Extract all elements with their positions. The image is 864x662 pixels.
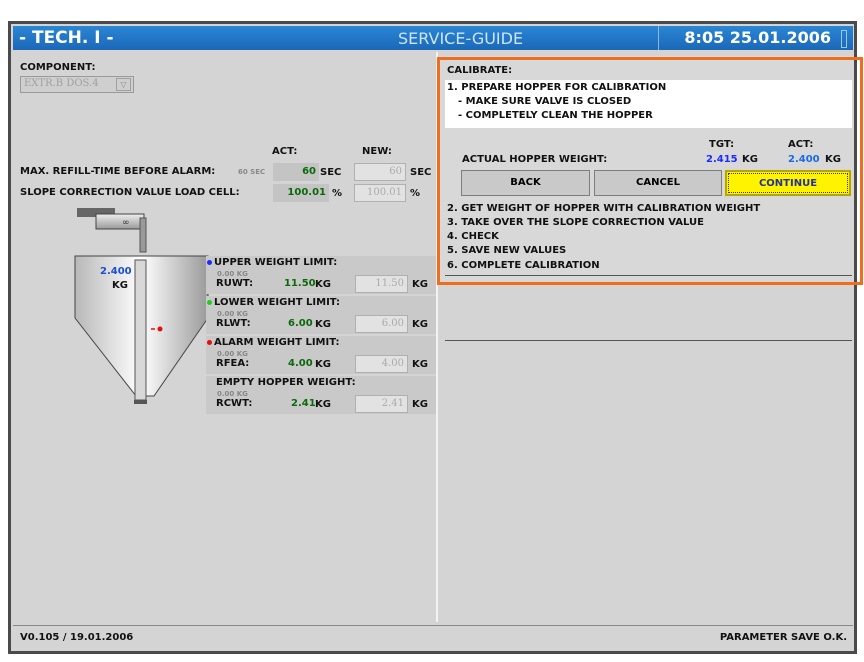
upper-limit-act-unit: KG: [315, 279, 331, 290]
alarm-marker-icon: [157, 326, 163, 332]
hopper-diagram: ∞: [74, 208, 209, 404]
lower-limit-code: RLWT:: [216, 318, 251, 329]
clock: 8:05 25.01.2006: [684, 28, 831, 47]
feeder-unit: [95, 213, 145, 230]
alarm-limit-title: ALARM WEIGHT LIMIT:: [214, 337, 340, 348]
refill-time-new-unit: SEC: [410, 167, 432, 178]
refill-time-act: 60: [273, 163, 319, 181]
component-value: EXTR.B DOS.4: [24, 78, 99, 89]
refill-time-label: MAX. REFILL-TIME BEFORE ALARM:: [20, 166, 216, 177]
calibrate-highlight: [437, 57, 863, 285]
alarm-limit-dot-icon: [207, 340, 212, 345]
svg-text:∞: ∞: [122, 218, 130, 228]
slope-correction-act: 100.01: [273, 184, 329, 202]
status-message: PARAMETER SAVE O.K.: [719, 632, 847, 643]
empty-hopper-act: 2.41: [291, 398, 316, 409]
alarm-limit-hint: 0.00 KG: [217, 350, 248, 358]
refill-time-new-input[interactable]: 60: [354, 163, 406, 181]
empty-hopper-act-unit: KG: [315, 399, 331, 410]
title-bar-handle: [841, 30, 847, 48]
lower-limit-dot-icon: [207, 300, 212, 305]
lower-limit-hint: 0.00 KG: [217, 310, 248, 318]
empty-hopper-hint: 0.00 KG: [217, 390, 248, 398]
upper-limit-title: UPPER WEIGHT LIMIT:: [214, 257, 338, 268]
upper-limit-dot-icon: [207, 260, 212, 265]
title-divider: [658, 26, 659, 50]
act-column-header: ACT:: [272, 146, 298, 157]
component-select[interactable]: EXTR.B DOS.4 ▽: [20, 76, 134, 93]
alarm-limit-act-unit: KG: [315, 359, 331, 370]
upper-limit-act: 11.50: [284, 278, 316, 289]
upper-limit-new-input[interactable]: 11.50: [355, 275, 408, 293]
alarm-limit-act: 4.00: [288, 358, 313, 369]
lower-limit-act-unit: KG: [315, 319, 331, 330]
upper-limit-code: RUWT:: [216, 278, 254, 289]
lower-limit-title: LOWER WEIGHT LIMIT:: [214, 297, 341, 308]
slope-correction-label: SLOPE CORRECTION VALUE LOAD CELL:: [20, 187, 240, 198]
hopper-stem: [134, 259, 147, 401]
lower-limit-act: 6.00: [288, 318, 313, 329]
lower-limit-new-unit: KG: [412, 319, 428, 330]
slope-correction-new-unit: %: [410, 188, 421, 199]
feed-pipe: [139, 217, 147, 253]
hopper-weight-unit: KG: [112, 280, 128, 291]
slope-correction-new-input[interactable]: 100.01: [354, 184, 406, 202]
new-column-header: NEW:: [362, 146, 392, 157]
status-divider: [13, 625, 853, 626]
lower-limit-new-input[interactable]: 6.00: [355, 315, 408, 333]
alarm-limit-code: RFEA:: [216, 358, 250, 369]
hopper-weight: 2.400: [100, 266, 132, 277]
chevron-down-icon[interactable]: ▽: [116, 78, 131, 91]
upper-limit-hint: 0.00 KG: [217, 270, 248, 278]
alarm-limit-new-input[interactable]: 4.00: [355, 355, 408, 373]
hopper-outlet: [134, 400, 147, 404]
upper-limit-new-unit: KG: [412, 279, 428, 290]
component-label: COMPONENT:: [20, 62, 96, 73]
empty-hopper-new-input[interactable]: 2.41: [355, 395, 408, 413]
refill-time-act-unit: SEC: [320, 167, 342, 178]
title-bar: - TECH. I - SERVICE-GUIDE 8:05 25.01.200…: [13, 26, 853, 50]
screen-name: - TECH. I -: [19, 28, 114, 48]
slope-correction-act-unit: %: [332, 188, 343, 199]
empty-hopper-title: EMPTY HOPPER WEIGHT:: [216, 377, 356, 388]
empty-hopper-code: RCWT:: [216, 398, 253, 409]
alarm-limit-new-unit: KG: [412, 359, 428, 370]
lower-divider: [445, 340, 852, 341]
screen-title: SERVICE-GUIDE: [398, 29, 524, 48]
version-label: V0.105 / 19.01.2006: [20, 632, 134, 643]
empty-hopper-new-unit: KG: [412, 399, 428, 410]
refill-time-hint: 60 SEC: [238, 168, 266, 176]
